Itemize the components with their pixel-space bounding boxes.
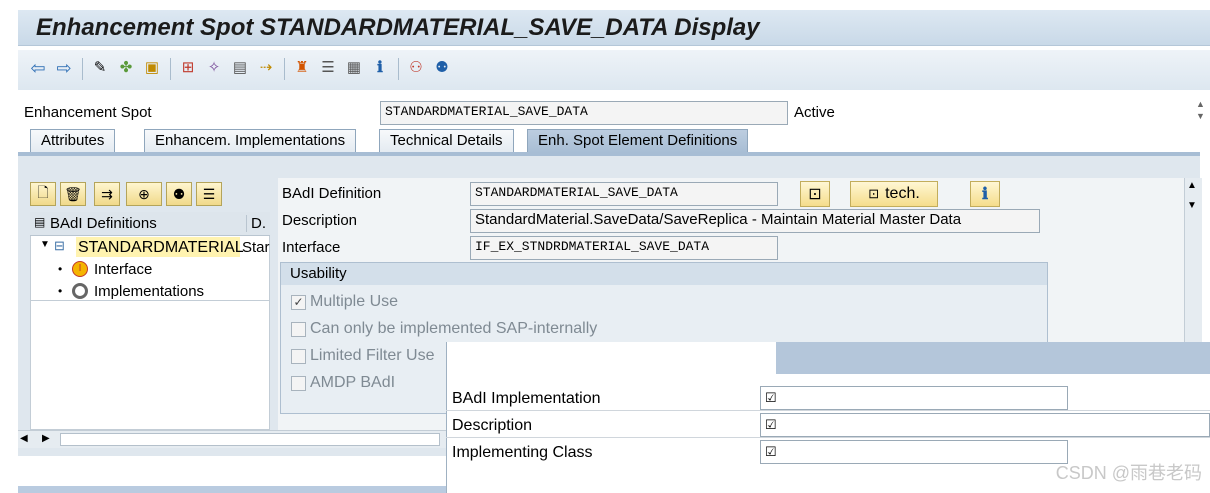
required-check-icon: ☑ <box>765 444 777 459</box>
status-bar-edge <box>18 486 446 493</box>
document-icon[interactable]: ☰ <box>196 182 222 206</box>
delete-icon[interactable]: 🗑 <box>60 182 86 206</box>
limited-filter-option: Limited Filter Use <box>291 347 434 365</box>
other-object-icon[interactable]: ✤ <box>116 58 136 78</box>
amdp-badi-option: AMDP BAdI <box>291 374 395 392</box>
required-check-icon: ☑ <box>765 417 777 432</box>
toolbar-separator <box>398 58 399 80</box>
scroll-down-icon[interactable]: ▼ <box>1187 200 1197 211</box>
sap-internal-label: Can only be implemented SAP-internally <box>310 320 598 337</box>
display-change-icon[interactable]: ✎ <box>90 58 110 78</box>
tree-header: ▤ BAdI Definitions D. <box>30 212 270 236</box>
object-list-icon[interactable]: ✧ <box>204 58 224 78</box>
sap-internal-checkbox[interactable] <box>291 321 306 337</box>
toolbar-separator <box>170 58 171 80</box>
status-text: Active <box>794 104 835 121</box>
horizontal-scrollbar[interactable]: ◀ ▶ <box>18 430 446 448</box>
navigation-icon[interactable]: ▤ <box>230 58 250 78</box>
display-icon[interactable]: ⊡ <box>800 181 830 207</box>
tree-header-icon: ▤ <box>34 215 46 229</box>
description-field: StandardMaterial.SaveData/SaveReplica - … <box>470 209 1040 233</box>
tab-strip: Attributes Enhancem. Implementations Tec… <box>18 129 1200 153</box>
enhancement-spot-field: STANDARDMATERIAL_SAVE_DATA <box>380 101 788 125</box>
watermark: CSDN @雨巷老码 <box>1055 463 1202 483</box>
badi-implementation-label: BAdI Implementation <box>452 390 601 407</box>
usability-title: Usability <box>281 263 1047 285</box>
where-used-icon[interactable]: ⊞ <box>178 58 198 78</box>
multiple-use-option: ✓ Multiple Use <box>291 293 398 311</box>
tab-enhancement-implementations[interactable]: Enhancem. Implementations <box>144 129 357 153</box>
info-button-icon[interactable]: ℹ <box>970 181 1000 207</box>
badi-node-icon: ⊟ <box>54 238 65 253</box>
popup-description-label: Description <box>452 417 533 434</box>
hierarchy-icon[interactable]: ⇢ <box>256 58 276 78</box>
toolbar-separator <box>284 58 285 80</box>
tab-attributes[interactable]: Attributes <box>30 129 116 153</box>
scroll-right-icon[interactable]: ▶ <box>42 433 50 444</box>
scroll-thumb[interactable] <box>60 433 440 446</box>
bullet-icon: • <box>58 262 63 276</box>
users-icon[interactable]: ⚉ <box>432 58 452 78</box>
tree-root-node[interactable]: STANDARDMATERIAL <box>78 239 244 257</box>
tech-button-label: tech. <box>885 185 920 202</box>
tab-enh-spot-element-definitions[interactable]: Enh. Spot Element Definitions <box>527 129 749 153</box>
popup-divider <box>446 410 1210 411</box>
expand-arrow-icon[interactable]: ▼ <box>40 239 50 250</box>
implementing-class-label: Implementing Class <box>452 444 593 461</box>
description-label: Description <box>282 212 358 229</box>
bullet-icon: • <box>58 284 63 298</box>
page-scroll-icon[interactable]: ▲ ▼ <box>1196 98 1210 128</box>
popup-divider <box>446 437 1210 438</box>
info-icon[interactable]: ℹ <box>370 58 390 78</box>
implementing-class-field[interactable]: ☑ <box>760 440 1068 464</box>
limited-filter-label: Limited Filter Use <box>310 347 435 364</box>
tab-technical-details[interactable]: Technical Details <box>379 129 514 153</box>
badi-definition-label: BAdI Definition <box>282 185 382 202</box>
table-icon[interactable]: ▦ <box>344 58 364 78</box>
layout-icon[interactable]: ♜ <box>292 58 312 78</box>
sap-internal-option: Can only be implemented SAP-internally <box>291 320 597 338</box>
activate-icon[interactable]: ▣ <box>142 58 162 78</box>
amdp-badi-label: AMDP BAdI <box>310 374 396 391</box>
badi-implementation-field[interactable]: ☑ <box>760 386 1068 410</box>
tech-button[interactable]: ⊡ tech. <box>850 181 938 207</box>
tree-col-badi-definitions[interactable]: BAdI Definitions <box>50 215 157 232</box>
tree-node-interface[interactable]: Interface <box>94 261 152 278</box>
scroll-left-icon[interactable]: ◀ <box>20 433 28 444</box>
forward-arrow-icon[interactable]: ⇨ <box>54 58 74 78</box>
tree-node-implementations[interactable]: Implementations <box>94 283 204 300</box>
users-button-icon[interactable]: ⚉ <box>166 182 192 206</box>
enhancement-spot-label: Enhancement Spot <box>24 104 152 121</box>
popup-title-bar <box>776 342 1210 374</box>
scroll-up-icon[interactable]: ▲ <box>1187 180 1197 191</box>
popup-description-field[interactable]: ☑ <box>760 413 1210 437</box>
tech-icon: ⊡ <box>868 186 880 201</box>
required-check-icon: ☑ <box>765 390 777 405</box>
back-arrow-icon[interactable]: ⇦ <box>28 58 48 78</box>
limited-filter-checkbox[interactable] <box>291 348 306 364</box>
interface-label: Interface <box>282 239 341 256</box>
add-icon[interactable]: ⊕ <box>126 182 162 206</box>
application-toolbar: ⇦ ⇨ ✎ ✤ ▣ ⊞ ✧ ▤ ⇢ ♜ ☰ ▦ ℹ ⚇ ⚉ <box>18 50 1210 90</box>
copy-icon[interactable]: ⇉ <box>94 182 120 206</box>
amdp-badi-checkbox[interactable] <box>291 375 306 391</box>
group-icon[interactable]: ⚇ <box>406 58 426 78</box>
frames-icon[interactable]: ☰ <box>318 58 338 78</box>
tree-col-description[interactable]: D. <box>246 215 266 232</box>
interface-icon: I <box>72 261 88 277</box>
multiple-use-checkbox[interactable]: ✓ <box>291 294 306 310</box>
badi-definition-field: STANDARDMATERIAL_SAVE_DATA <box>470 182 778 206</box>
tree-root-description: Star <box>242 239 270 256</box>
interface-field: IF_EX_STNDRDMATERIAL_SAVE_DATA <box>470 236 778 260</box>
window-title: Enhancement Spot STANDARDMATERIAL_SAVE_D… <box>36 14 760 41</box>
toolbar-separator <box>82 58 83 80</box>
implementations-icon <box>72 283 88 299</box>
tree-divider <box>30 300 270 301</box>
create-icon[interactable]: 🗋 <box>30 182 56 206</box>
multiple-use-label: Multiple Use <box>310 293 399 310</box>
